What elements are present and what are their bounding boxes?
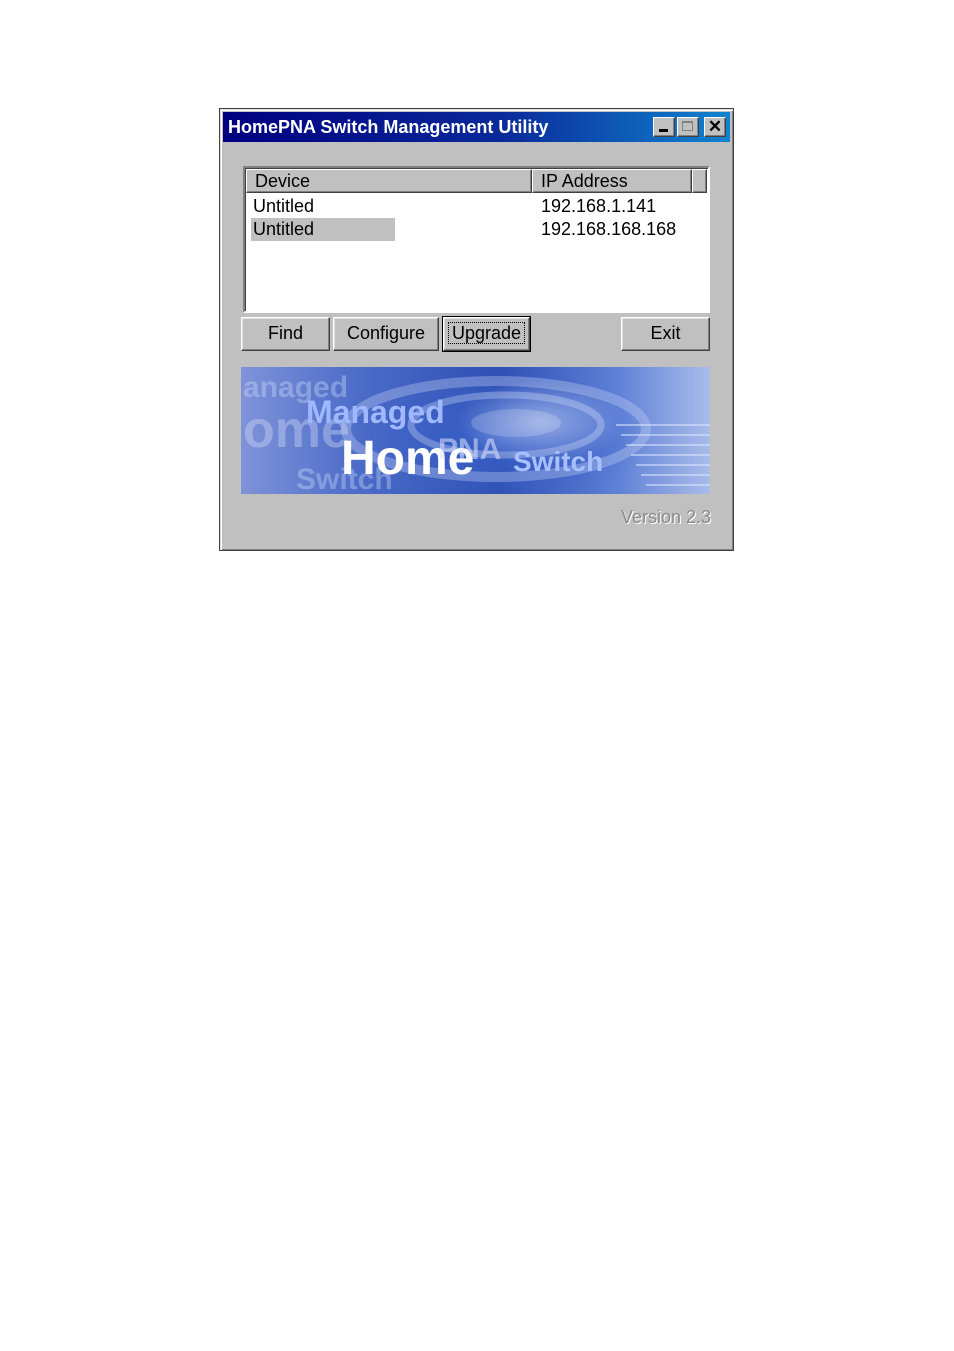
main-window: HomePNA Switch Management Utility ✕ Devi…	[219, 108, 734, 551]
device-name: Untitled	[253, 196, 315, 216]
maximize-icon[interactable]	[677, 117, 699, 137]
column-header-filler	[692, 169, 707, 193]
device-list[interactable]: Device IP Address Untitled 192.168.1.141…	[243, 166, 710, 313]
configure-button[interactable]: Configure	[333, 317, 439, 351]
version-label: Version 2.3	[620, 507, 711, 527]
upgrade-button[interactable]: Upgrade	[442, 316, 531, 352]
device-ip: 192.168.1.141	[541, 196, 657, 216]
minimize-icon[interactable]	[653, 117, 675, 137]
title-bar[interactable]: HomePNA Switch Management Utility ✕	[223, 112, 730, 142]
banner-managed: Managed	[306, 394, 445, 430]
close-icon[interactable]: ✕	[704, 117, 726, 137]
device-name: Untitled	[251, 218, 395, 241]
window-title: HomePNA Switch Management Utility	[228, 117, 549, 137]
list-header: Device IP Address	[246, 169, 707, 193]
product-banner: anaged ome Switch Managed Home PNA Switc…	[241, 367, 710, 494]
banner-graphic: anaged ome Switch Managed Home PNA Switc…	[243, 371, 710, 494]
window-controls: ✕	[653, 117, 726, 137]
banner-pna: PNA	[438, 433, 501, 466]
list-item-selected[interactable]: Untitled 192.168.168.168	[249, 218, 706, 241]
column-header-ip-address[interactable]: IP Address	[532, 169, 692, 193]
device-ip: 192.168.168.168	[541, 219, 677, 239]
banner-switch: Switch	[513, 446, 603, 477]
list-item[interactable]: Untitled 192.168.1.141	[249, 195, 706, 218]
upgrade-button-label: Upgrade	[447, 322, 526, 344]
column-header-device[interactable]: Device	[246, 169, 532, 193]
list-rows: Untitled 192.168.1.141 Untitled 192.168.…	[249, 195, 706, 241]
exit-button[interactable]: Exit	[621, 317, 710, 351]
find-button[interactable]: Find	[241, 317, 330, 351]
